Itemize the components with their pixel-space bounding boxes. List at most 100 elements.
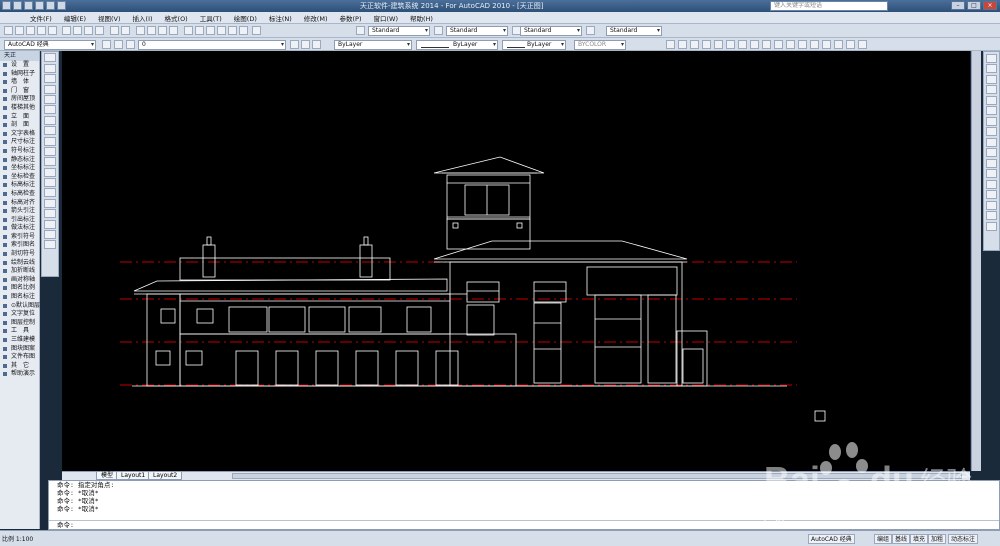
menu-parametric[interactable]: 参数(P): [333, 13, 367, 23]
ortho-icon[interactable]: [690, 40, 699, 49]
extend-icon[interactable]: [986, 158, 997, 168]
zoom-window-icon[interactable]: [158, 26, 167, 35]
insert-block-icon[interactable]: [44, 167, 56, 177]
grid-icon[interactable]: [678, 40, 687, 49]
palette-item[interactable]: 房间屋顶: [0, 95, 39, 104]
osnap-icon[interactable]: [714, 40, 723, 49]
menu-help[interactable]: 帮助(H): [404, 13, 439, 23]
explode-icon[interactable]: [986, 221, 997, 231]
multileader-style-select[interactable]: Standard: [606, 26, 662, 36]
hatch-icon[interactable]: [44, 198, 56, 208]
menu-edit[interactable]: 编辑(E): [58, 13, 92, 23]
layer-select[interactable]: 0: [138, 40, 286, 50]
palette-item[interactable]: ⊙默认图层: [0, 302, 40, 311]
qp-icon[interactable]: [774, 40, 783, 49]
offset-icon[interactable]: [986, 85, 997, 94]
menu-modify[interactable]: 修改(M): [298, 13, 334, 23]
palette-item[interactable]: 剖 面: [0, 121, 39, 130]
tab-layout1[interactable]: Layout1: [116, 472, 151, 480]
palette-item[interactable]: 立 面: [0, 113, 39, 122]
pan-icon[interactable]: [136, 26, 145, 35]
polyline-icon[interactable]: [44, 74, 56, 84]
redo-icon[interactable]: [121, 26, 130, 35]
menu-tools[interactable]: 工具(T): [194, 13, 228, 23]
chamfer-icon[interactable]: [986, 200, 997, 210]
polar-icon[interactable]: [702, 40, 711, 49]
layer-freeze-icon[interactable]: [786, 40, 795, 49]
multiline-text-icon[interactable]: [44, 240, 56, 250]
status-baseline-button[interactable]: 基线: [892, 534, 911, 544]
app-menu-icon[interactable]: [2, 1, 11, 10]
text-style-select[interactable]: Standard: [368, 26, 430, 36]
undo-icon[interactable]: [46, 1, 55, 10]
palette-item[interactable]: 文件布图: [0, 353, 39, 362]
menu-dimension[interactable]: 标注(N): [263, 13, 298, 23]
layer-match-icon[interactable]: [822, 40, 831, 49]
mirror-icon[interactable]: [986, 74, 997, 84]
drawing-canvas[interactable]: [62, 51, 970, 471]
ellipse-icon[interactable]: [44, 146, 56, 156]
construction-line-icon[interactable]: [44, 63, 56, 73]
open-icon[interactable]: [15, 26, 24, 35]
erase-icon[interactable]: [986, 53, 997, 63]
palette-item[interactable]: 加折断线: [0, 267, 39, 276]
layer-lock-icon[interactable]: [798, 40, 807, 49]
new-icon[interactable]: [4, 26, 13, 35]
rectangle-icon[interactable]: [44, 94, 56, 104]
palette-item[interactable]: 标高检查: [0, 190, 39, 199]
markup-icon[interactable]: [228, 26, 237, 35]
palette-item[interactable]: 轴网柱子: [0, 70, 39, 79]
dim-style-select[interactable]: Standard: [446, 26, 508, 36]
palette-item[interactable]: 标高对齐: [0, 199, 39, 208]
tab-layout2[interactable]: Layout2: [148, 472, 183, 480]
horizontal-scrollbar[interactable]: [232, 473, 962, 479]
command-input[interactable]: 命令:: [49, 520, 999, 529]
palette-item[interactable]: 设 置: [0, 61, 39, 70]
move-icon[interactable]: [986, 106, 997, 115]
palette-item[interactable]: 图名比例: [0, 284, 39, 293]
palette-item[interactable]: 索引图名: [0, 241, 39, 250]
palette-item[interactable]: 图层控制: [0, 319, 39, 328]
make-current-layer-icon[interactable]: [290, 40, 299, 49]
menu-view[interactable]: 视图(V): [92, 13, 127, 23]
zoom-realtime-icon[interactable]: [147, 26, 156, 35]
layer-merge-icon[interactable]: [846, 40, 855, 49]
snap-icon[interactable]: [666, 40, 675, 49]
menu-window[interactable]: 窗口(W): [367, 13, 404, 23]
array-icon[interactable]: [986, 95, 997, 105]
match-properties-icon[interactable]: [95, 26, 104, 35]
text-style-icon[interactable]: [356, 26, 365, 35]
multileader-style-icon[interactable]: [586, 26, 595, 35]
layer-bulb-icon[interactable]: [126, 40, 135, 49]
circle-icon[interactable]: [44, 115, 56, 125]
menu-draw[interactable]: 绘图(D): [228, 13, 263, 23]
menu-format[interactable]: 格式(O): [159, 13, 194, 23]
break-at-point-icon[interactable]: [986, 169, 997, 178]
redo-icon[interactable]: [57, 1, 66, 10]
zoom-previous-icon[interactable]: [169, 26, 178, 35]
save-icon[interactable]: [26, 26, 35, 35]
palette-item[interactable]: 图名标注: [0, 293, 39, 302]
table-style-select[interactable]: Standard: [520, 26, 582, 36]
palette-item[interactable]: 静态标注: [0, 156, 39, 165]
new-file-icon[interactable]: [13, 1, 22, 10]
layer-manager-icon[interactable]: [102, 40, 111, 49]
palette-item[interactable]: 帮助演示: [0, 370, 39, 379]
palette-item[interactable]: 坐标标注: [0, 164, 39, 173]
print-icon[interactable]: [37, 26, 46, 35]
lwt-icon[interactable]: [762, 40, 771, 49]
menu-insert[interactable]: 插入(I): [127, 13, 159, 23]
arc-icon[interactable]: [44, 105, 56, 115]
palette-item[interactable]: 尺寸标注: [0, 138, 39, 147]
copy-object-icon[interactable]: [986, 64, 997, 73]
menu-file[interactable]: 文件(F): [24, 13, 58, 23]
gradient-icon[interactable]: [44, 209, 56, 219]
help-search-input[interactable]: 键入关键字或短语: [770, 1, 888, 11]
palette-item[interactable]: 标高标注: [0, 181, 39, 190]
layer-walk-icon[interactable]: [834, 40, 843, 49]
layer-isolate-icon[interactable]: [312, 40, 321, 49]
calculator-icon[interactable]: [239, 26, 248, 35]
point-icon[interactable]: [44, 188, 56, 198]
dim-style-icon[interactable]: [434, 26, 443, 35]
palette-item[interactable]: 工 具: [0, 327, 39, 336]
